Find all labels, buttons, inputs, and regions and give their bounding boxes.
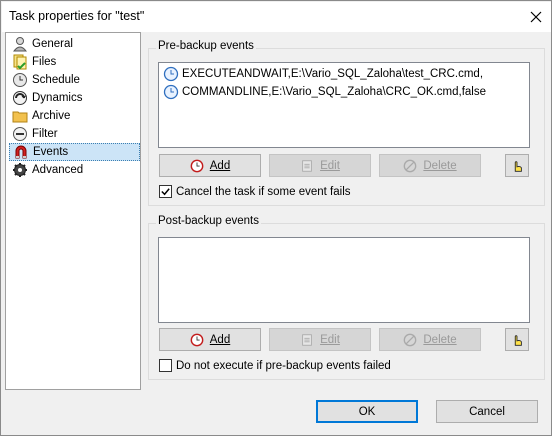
cancel-button[interactable]: Cancel [436, 400, 538, 423]
close-button[interactable] [525, 6, 547, 28]
post-backup-event-list[interactable] [158, 237, 530, 323]
post-backup-group: Post-backup events Add Edit Delete Do no… [148, 215, 545, 380]
pre-add-label: Add [209, 159, 231, 172]
nav-label: Advanced [32, 164, 84, 176]
nav-label: Files [32, 56, 57, 68]
filter-icon [13, 127, 27, 141]
post-backup-title: Post-backup events [156, 215, 262, 227]
nav-item-files[interactable]: Files [9, 53, 140, 71]
title-bar: Task properties for "test" [2, 2, 551, 32]
pointing-hand-icon [514, 334, 522, 346]
post-edit-label: Edit [320, 333, 340, 346]
post-help-button[interactable] [505, 328, 529, 351]
ok-button[interactable]: OK [316, 400, 418, 423]
dynamics-icon [13, 91, 27, 105]
nav-label: General [32, 38, 73, 50]
clock-icon [163, 66, 179, 82]
post-add-button[interactable]: Add [159, 328, 261, 351]
do-not-execute-label: Do not execute if pre-backup events fail… [176, 359, 391, 372]
pre-add-button[interactable]: Add [159, 154, 261, 177]
post-add-label: Add [209, 333, 231, 346]
pre-delete-label: Delete [423, 159, 457, 172]
nav-item-advanced[interactable]: Advanced [9, 161, 140, 179]
cancel-task-checkbox[interactable] [159, 185, 172, 198]
notepad-icon [302, 333, 312, 346]
close-icon [530, 11, 542, 23]
archive-folder-icon [12, 111, 28, 123]
nav-item-general[interactable]: General [9, 35, 140, 53]
nav-label: Events [33, 146, 69, 158]
nav-item-archive[interactable]: Archive [9, 107, 140, 125]
nav-label: Filter [32, 128, 58, 140]
person-icon [12, 37, 28, 52]
pre-backup-title: Pre-backup events [156, 40, 256, 52]
pre-edit-button[interactable]: Edit [269, 154, 371, 177]
nav-item-dynamics[interactable]: Dynamics [9, 89, 140, 107]
nav-label: Archive [32, 110, 71, 122]
files-icon [13, 54, 27, 70]
nav-label: Schedule [32, 74, 80, 86]
nav-item-schedule[interactable]: Schedule [9, 71, 140, 89]
gear-icon [13, 163, 27, 177]
pre-delete-button[interactable]: Delete [379, 154, 481, 177]
do-not-execute-checkbox-row[interactable]: Do not execute if pre-backup events fail… [159, 359, 391, 372]
pre-backup-event-list[interactable]: EXECUTEANDWAIT,E:\Vario_SQL_Zaloha\test_… [158, 62, 530, 148]
nav-item-filter[interactable]: Filter [9, 125, 140, 143]
add-clock-icon [190, 159, 204, 172]
schedule-clock-icon [13, 73, 27, 87]
magnet-icon [15, 145, 27, 159]
delete-icon [404, 333, 417, 346]
add-clock-icon [190, 333, 204, 346]
checkmark-icon [161, 188, 170, 196]
ok-label: OK [358, 405, 376, 418]
notepad-icon [302, 159, 312, 172]
list-item[interactable]: COMMANDLINE,E:\Vario_SQL_Zaloha\CRC_OK.c… [163, 83, 486, 101]
window-title: Task properties for "test" [9, 9, 145, 23]
cancel-label: Cancel [469, 405, 505, 418]
task-properties-dialog: Task properties for "test" General Files [0, 0, 552, 436]
event-text: COMMANDLINE,E:\Vario_SQL_Zaloha\CRC_OK.c… [182, 86, 486, 98]
list-item[interactable]: EXECUTEANDWAIT,E:\Vario_SQL_Zaloha\test_… [163, 65, 483, 83]
pre-backup-group: Pre-backup events EXECUTEANDWAIT,E:\Vari… [148, 40, 545, 206]
post-edit-button[interactable]: Edit [269, 328, 371, 351]
post-delete-button[interactable]: Delete [379, 328, 481, 351]
nav-item-events[interactable]: Events [9, 143, 140, 161]
cancel-task-label: Cancel the task if some event fails [176, 185, 351, 198]
event-text: EXECUTEANDWAIT,E:\Vario_SQL_Zaloha\test_… [182, 68, 484, 80]
pre-edit-label: Edit [320, 159, 340, 172]
delete-icon [404, 159, 417, 172]
category-list: General Files Schedule Dynamics Archive … [5, 32, 141, 390]
nav-label: Dynamics [32, 92, 83, 104]
pointing-hand-icon [514, 160, 522, 172]
pre-help-button[interactable] [505, 154, 529, 177]
clock-icon [163, 84, 179, 100]
post-delete-label: Delete [423, 333, 457, 346]
cancel-task-checkbox-row[interactable]: Cancel the task if some event fails [159, 185, 351, 198]
do-not-execute-checkbox[interactable] [159, 359, 172, 372]
